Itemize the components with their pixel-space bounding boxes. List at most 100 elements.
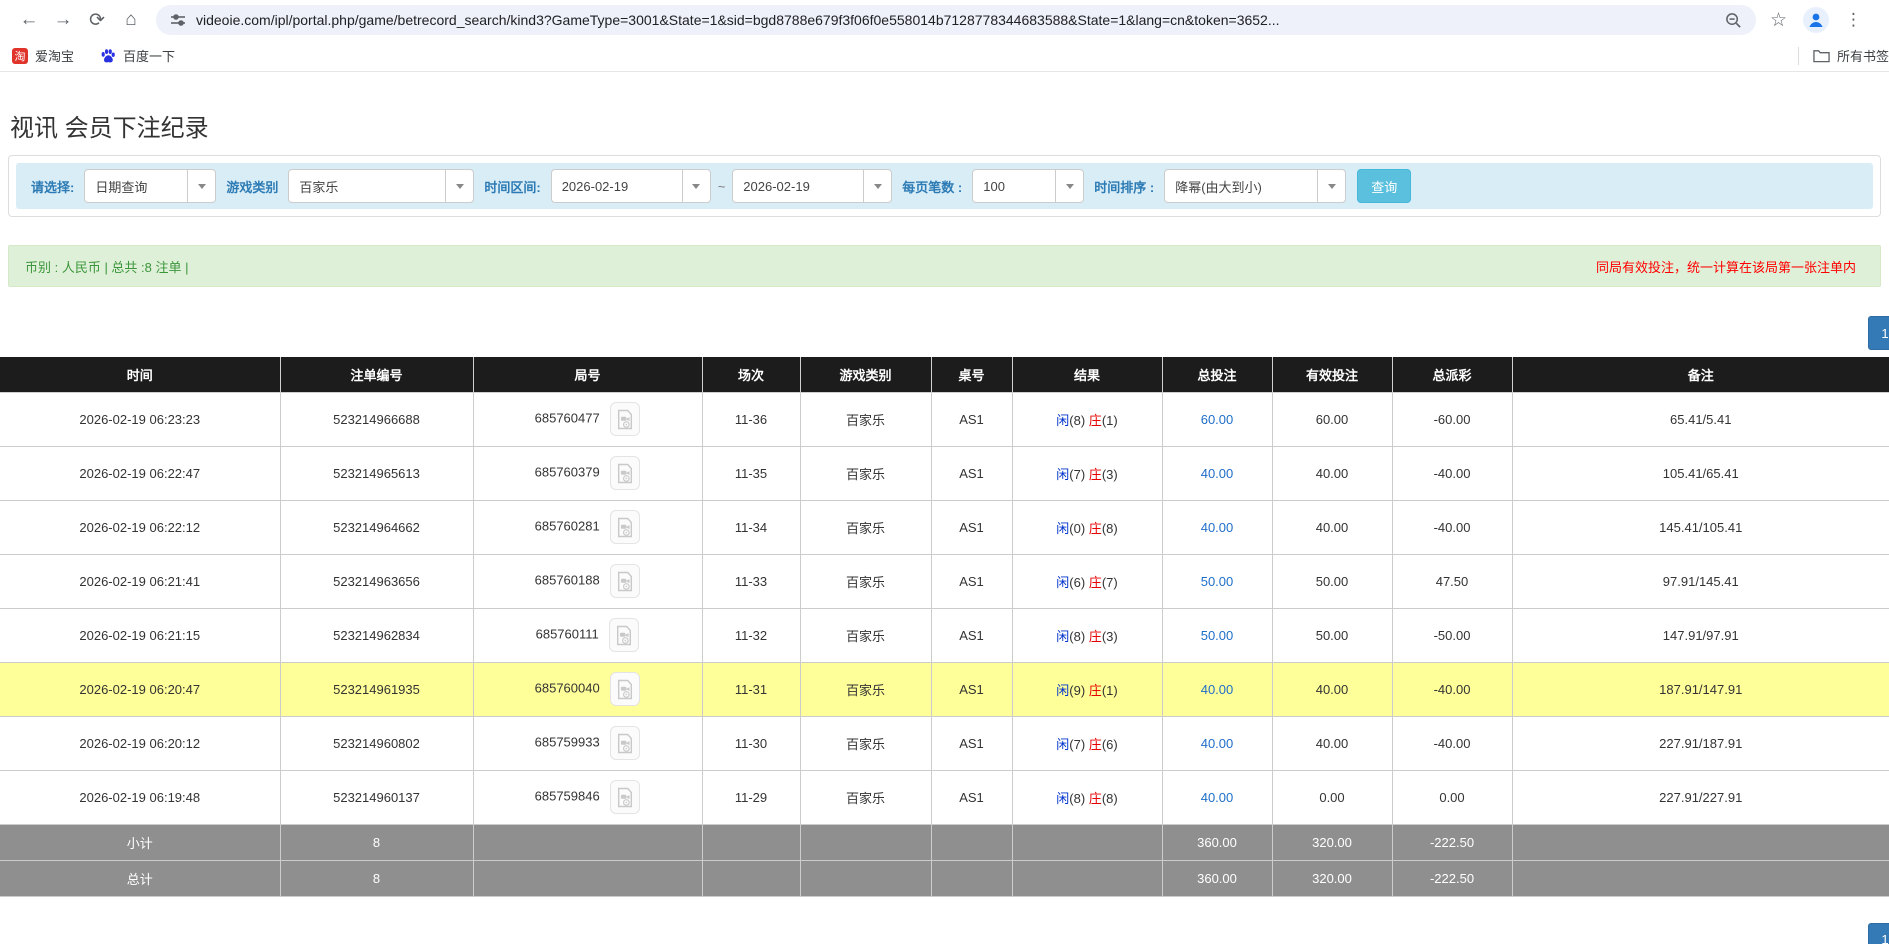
summary-bar: 币别 : 人民币 | 总共 :8 注单 | 同局有效投注，统一计算在该局第一张注… [8, 245, 1881, 287]
home-icon[interactable]: ⌂ [114, 3, 148, 37]
query-type-select[interactable]: 日期查询 [84, 169, 216, 203]
cell-round: 685759846 [473, 770, 702, 824]
video-record-icon[interactable] [610, 672, 640, 706]
banker-points: (7) [1102, 575, 1118, 590]
cell-note: 187.91/147.91 [1512, 662, 1889, 716]
table-footer-row: 小计8360.00320.00-222.50 [0, 824, 1889, 860]
cell-payout: -40.00 [1392, 662, 1512, 716]
footer-cell-game-type [800, 860, 931, 896]
date-to-value: 2026-02-19 [733, 179, 863, 194]
time-sort-value: 降幂(由大到小) [1165, 177, 1317, 196]
bookmark-baidu[interactable]: 百度一下 [100, 46, 175, 65]
cell-total-bet: 40.00 [1162, 500, 1272, 554]
video-record-icon[interactable] [610, 780, 640, 814]
total-bet-link[interactable]: 40.00 [1201, 682, 1234, 697]
bookmark-label: 百度一下 [123, 46, 175, 65]
cell-game-type: 百家乐 [800, 716, 931, 770]
player-label: 闲 [1056, 467, 1069, 482]
chevron-down-icon[interactable] [682, 170, 710, 202]
bet-records-table: 时间注单编号局号场次游戏类别桌号结果总投注有效投注总派彩备注 2026-02-1… [0, 357, 1889, 897]
bookmark-aitaobao[interactable]: 淘 爱淘宝 [12, 46, 74, 65]
banker-label: 庄 [1089, 575, 1102, 590]
video-record-icon[interactable] [610, 456, 640, 490]
per-page-select[interactable]: 100 [972, 169, 1084, 203]
forward-icon[interactable]: → [46, 3, 80, 37]
bookmarks-divider [1798, 47, 1799, 65]
video-record-icon[interactable] [610, 510, 640, 544]
cell-round: 685759933 [473, 716, 702, 770]
total-bet-link[interactable]: 50.00 [1201, 574, 1234, 589]
cell-time: 2026-02-19 06:20:47 [0, 662, 280, 716]
video-record-icon[interactable] [610, 564, 640, 598]
address-bar[interactable]: videoie.com/ipl/portal.php/game/betrecor… [156, 5, 1756, 35]
cell-valid-bet: 40.00 [1272, 446, 1392, 500]
col-header-game-type: 游戏类别 [800, 357, 931, 392]
table-row: 2026-02-19 06:19:48523214960137685759846… [0, 770, 1889, 824]
round-number: 685760188 [535, 572, 600, 587]
date-to-select[interactable]: 2026-02-19 [732, 169, 892, 203]
per-page-value: 100 [973, 179, 1055, 194]
cell-session: 11-35 [702, 446, 800, 500]
range-separator: ~ [718, 179, 726, 194]
cell-bet-id: 523214960137 [280, 770, 473, 824]
cell-round: 685760281 [473, 500, 702, 554]
table-row: 2026-02-19 06:20:47523214961935685760040… [0, 662, 1889, 716]
cell-game-type: 百家乐 [800, 770, 931, 824]
total-bet-link[interactable]: 40.00 [1201, 520, 1234, 535]
time-sort-select[interactable]: 降幂(由大到小) [1164, 169, 1346, 203]
footer-cell-session [702, 824, 800, 860]
query-type-value: 日期查询 [85, 177, 187, 196]
total-bet-link[interactable]: 40.00 [1201, 736, 1234, 751]
query-button[interactable]: 查询 [1357, 169, 1411, 203]
total-bet-link[interactable]: 40.00 [1201, 790, 1234, 805]
bookmark-star-icon[interactable]: ☆ [1770, 9, 1787, 32]
chevron-down-icon[interactable] [187, 170, 215, 202]
cell-total-bet: 60.00 [1162, 392, 1272, 446]
page-1-button[interactable]: 1 [1868, 923, 1889, 944]
zoom-out-icon[interactable] [1725, 12, 1742, 29]
all-bookmarks-label[interactable]: 所有书签 [1837, 46, 1889, 65]
banker-points: (8) [1102, 791, 1118, 806]
game-type-select[interactable]: 百家乐 [288, 169, 474, 203]
total-bet-link[interactable]: 60.00 [1201, 412, 1234, 427]
cell-result: 闲(9) 庄(1) [1012, 662, 1162, 716]
back-icon[interactable]: ← [12, 3, 46, 37]
chevron-down-icon[interactable] [863, 170, 891, 202]
cell-note: 227.91/187.91 [1512, 716, 1889, 770]
reload-icon[interactable]: ⟳ [80, 3, 114, 37]
cell-note: 97.91/145.41 [1512, 554, 1889, 608]
menu-dots-icon[interactable]: ⋮ [1845, 10, 1862, 30]
banker-label: 庄 [1089, 521, 1102, 536]
video-record-icon[interactable] [610, 726, 640, 760]
chevron-down-icon[interactable] [1317, 170, 1345, 202]
cell-time: 2026-02-19 06:19:48 [0, 770, 280, 824]
cell-note: 145.41/105.41 [1512, 500, 1889, 554]
cell-game-type: 百家乐 [800, 500, 931, 554]
footer-cell-note [1512, 824, 1889, 860]
video-record-icon[interactable] [609, 618, 639, 652]
col-header-valid-bet: 有效投注 [1272, 357, 1392, 392]
page-1-button[interactable]: 1 [1868, 316, 1889, 350]
select-type-label: 请选择: [31, 177, 74, 196]
url-text[interactable]: videoie.com/ipl/portal.php/game/betrecor… [196, 12, 1717, 28]
footer-cell-payout: -222.50 [1392, 824, 1512, 860]
date-from-select[interactable]: 2026-02-19 [551, 169, 711, 203]
cell-result: 闲(7) 庄(3) [1012, 446, 1162, 500]
cell-valid-bet: 60.00 [1272, 392, 1392, 446]
total-bet-link[interactable]: 50.00 [1201, 628, 1234, 643]
footer-cell-payout: -222.50 [1392, 860, 1512, 896]
site-settings-icon[interactable] [170, 12, 186, 28]
cell-bet-id: 523214961935 [280, 662, 473, 716]
profile-avatar-icon[interactable] [1803, 7, 1829, 33]
col-header-table-no: 桌号 [931, 357, 1012, 392]
video-record-icon[interactable] [610, 402, 640, 436]
footer-cell-valid-bet: 320.00 [1272, 824, 1392, 860]
pagination-top: 1 [0, 316, 1889, 350]
cell-session: 11-34 [702, 500, 800, 554]
chevron-down-icon[interactable] [445, 170, 473, 202]
browser-toolbar: ← → ⟳ ⌂ videoie.com/ipl/portal.php/game/… [0, 0, 1889, 40]
chevron-down-icon[interactable] [1055, 170, 1083, 202]
col-header-total-bet: 总投注 [1162, 357, 1272, 392]
footer-cell-round [473, 860, 702, 896]
total-bet-link[interactable]: 40.00 [1201, 466, 1234, 481]
